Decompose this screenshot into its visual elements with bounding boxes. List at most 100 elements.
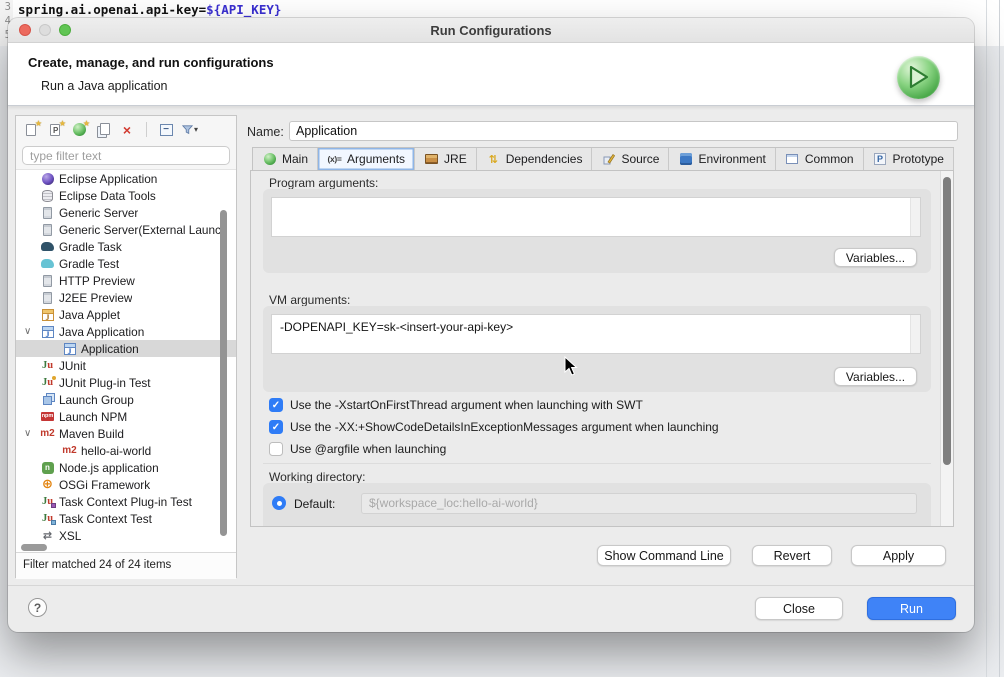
tree-item-hello-ai-world[interactable]: m2 hello-ai-world	[16, 442, 236, 459]
eclipse-application-icon	[40, 172, 55, 186]
tab-source[interactable]: Source	[592, 148, 669, 170]
chevron-down-icon[interactable]: ∨	[24, 323, 31, 340]
duplicate-icon[interactable]	[95, 122, 111, 138]
tree-item-gradle-task[interactable]: Gradle Task	[16, 238, 236, 255]
tree-item-generic-server[interactable]: Generic Server	[16, 204, 236, 221]
default-radio[interactable]	[272, 496, 286, 510]
scrollbar-thumb[interactable]	[21, 544, 47, 551]
tree-horizontal-scrollbar[interactable]	[16, 543, 236, 552]
nodejs-icon: n	[40, 461, 55, 475]
tree-item-eclipse-application[interactable]: Eclipse Application	[16, 170, 236, 187]
filter-input[interactable]	[22, 146, 230, 165]
chevron-down-icon[interactable]: ∨	[24, 425, 31, 442]
environment-icon	[678, 152, 693, 166]
maven-icon: m2	[62, 444, 77, 458]
run-button[interactable]: Run	[867, 597, 956, 620]
close-button[interactable]: Close	[755, 597, 843, 620]
tree-item-j2ee-preview[interactable]: J2EE Preview	[16, 289, 236, 306]
tree-item-osgi-framework[interactable]: ⊕OSGi Framework	[16, 476, 236, 493]
tab-label: Arguments	[347, 152, 405, 166]
task-context-plugin-icon: Ju	[40, 495, 55, 509]
dialog-titlebar[interactable]: Run Configurations	[8, 18, 974, 43]
tree-item-label: Maven Build	[59, 427, 124, 441]
checked-checkbox[interactable]: ✓	[269, 398, 283, 412]
traffic-lights	[19, 24, 71, 36]
tree-item-gradle-test[interactable]: Gradle Test	[16, 255, 236, 272]
filter-icon[interactable]: ▾	[182, 122, 198, 138]
checkbox-label: Use @argfile when launching	[290, 442, 446, 456]
new-prototype-icon[interactable]: P★	[47, 122, 63, 138]
collapse-all-icon[interactable]: −	[158, 122, 174, 138]
tree-item-node-js-application[interactable]: nNode.js application	[16, 459, 236, 476]
default-radio-label: Default:	[294, 497, 335, 511]
tree-item-eclipse-data-tools[interactable]: Eclipse Data Tools	[16, 187, 236, 204]
tab-main[interactable]: Main	[253, 148, 318, 170]
server-icon	[40, 206, 55, 220]
tree-item-http-preview[interactable]: HTTP Preview	[16, 272, 236, 289]
tab-jre[interactable]: JRE	[415, 148, 477, 170]
tree-item-generic-server-external-launc[interactable]: Generic Server(External Launc	[16, 221, 236, 238]
tree-item-label: Eclipse Application	[59, 172, 157, 186]
tab-common[interactable]: Common	[776, 148, 864, 170]
checkbox-row-use-the-xstartonfirstthread-argument-whe: ✓ Use the -XstartOnFirstThread argument w…	[269, 396, 643, 414]
configurations-sidebar: ★ P★ ★ × −▾ Eclipse ApplicationEclipse Data …	[15, 115, 237, 578]
vm-arguments-input[interactable]: -DOPENAPI_KEY=sk-<insert-your-api-key>	[271, 314, 921, 354]
checked-checkbox[interactable]: ✓	[269, 420, 283, 434]
delete-icon[interactable]: ×	[119, 122, 135, 138]
export-configurations-icon[interactable]: ★	[71, 122, 87, 138]
tree-item-label: hello-ai-world	[81, 444, 151, 458]
working-directory-input[interactable]: ${workspace_loc:hello-ai-world}	[361, 493, 917, 514]
tree-item-java-application[interactable]: ∨JJava Application	[16, 323, 236, 340]
filter-status: Filter matched 24 of 24 items	[16, 552, 236, 579]
show-command-line-button[interactable]: Show Command Line	[597, 545, 731, 566]
tab-label: JRE	[444, 152, 467, 166]
mouse-cursor	[564, 356, 580, 383]
name-label: Name:	[247, 125, 284, 139]
tree-item-task-context-plug-in-test[interactable]: JuTask Context Plug-in Test	[16, 493, 236, 510]
tree-item-application[interactable]: JApplication	[16, 340, 236, 357]
sidebar-toolbar: ★ P★ ★ × −▾	[16, 116, 236, 143]
source-icon	[601, 152, 616, 166]
revert-button[interactable]: Revert	[752, 545, 832, 566]
content-scrollbar-track[interactable]	[940, 171, 953, 526]
arguments-icon: (x)=	[327, 152, 342, 166]
prototype-icon: P	[873, 152, 888, 166]
tree-item-label: Gradle Test	[59, 257, 119, 271]
tab-label: Prototype	[893, 152, 944, 166]
property-key-text: spring.ai.openai.api-key=	[18, 2, 206, 17]
dialog-header: Create, manage, and run configurations R…	[8, 43, 974, 106]
tree-item-label: Gradle Task	[59, 240, 122, 254]
tree-item-junit[interactable]: JuJUnit	[16, 357, 236, 374]
tab-environment[interactable]: Environment	[669, 148, 775, 170]
line-number: 3	[0, 0, 11, 14]
tab-dependencies[interactable]: ⇅Dependencies	[477, 148, 593, 170]
help-button[interactable]: ?	[28, 598, 47, 617]
program-arguments-variables-button[interactable]: Variables...	[834, 248, 917, 267]
tree-item-maven-build[interactable]: ∨m2Maven Build	[16, 425, 236, 442]
zoom-window-button[interactable]	[59, 24, 71, 36]
close-window-button[interactable]	[19, 24, 31, 36]
tree-item-launch-group[interactable]: Launch Group	[16, 391, 236, 408]
tree-item-junit-plug-in-test[interactable]: JuJUnit Plug-in Test	[16, 374, 236, 391]
checkbox-label: Use the -XstartOnFirstThread argument wh…	[290, 398, 643, 412]
osgi-icon: ⊕	[40, 478, 55, 492]
tree-item-label: Launch Group	[59, 393, 134, 407]
vm-arguments-variables-button[interactable]: Variables...	[834, 367, 917, 386]
working-directory-group: Default: ${workspace_loc:hello-ai-world}	[263, 483, 931, 527]
tab-prototype[interactable]: P Prototype	[864, 148, 954, 170]
new-configuration-icon[interactable]: ★	[23, 122, 39, 138]
tab-arguments[interactable]: (x)= Arguments	[318, 148, 415, 170]
tree-item-java-applet[interactable]: JJava Applet	[16, 306, 236, 323]
tab-label: Dependencies	[506, 152, 583, 166]
name-input[interactable]	[289, 121, 958, 141]
tree-item-xsl[interactable]: ⇄XSL	[16, 527, 236, 543]
apply-button[interactable]: Apply	[851, 545, 946, 566]
content-scrollbar-thumb[interactable]	[943, 177, 951, 465]
tab-label: Environment	[698, 152, 765, 166]
program-arguments-input[interactable]	[271, 197, 921, 237]
unchecked-checkbox[interactable]	[269, 442, 283, 456]
tree-vertical-scrollbar[interactable]	[220, 210, 227, 536]
tree-item-label: HTTP Preview	[59, 274, 135, 288]
tree-item-launch-npm[interactable]: npmLaunch NPM	[16, 408, 236, 425]
tree-item-task-context-test[interactable]: JuTask Context Test	[16, 510, 236, 527]
